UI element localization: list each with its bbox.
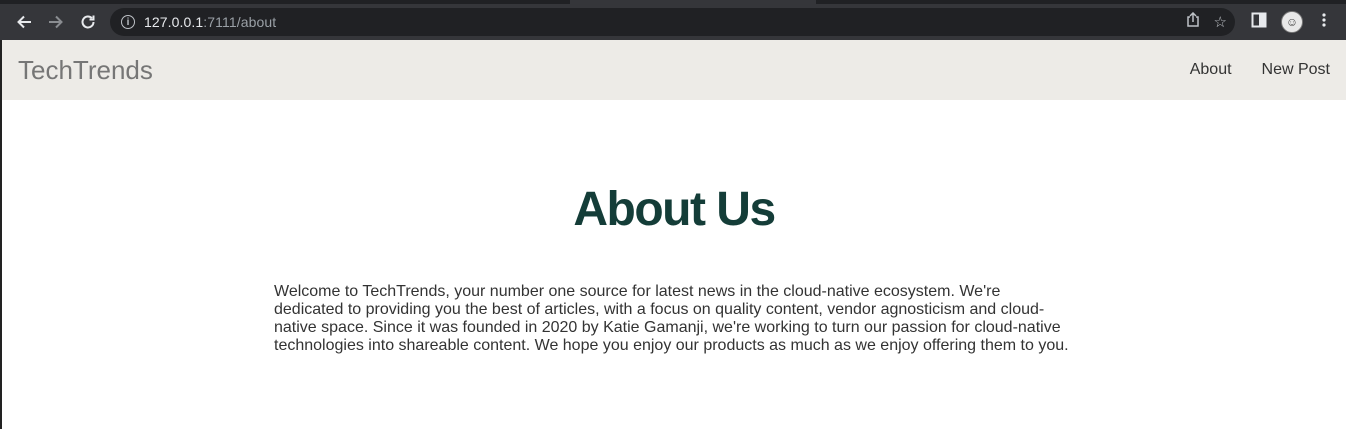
side-panel-icon[interactable]	[1251, 12, 1267, 33]
address-bar[interactable]: i 127.0.0.1:7111/about ☆	[110, 8, 1235, 36]
nav-new-post-link[interactable]: New Post	[1262, 61, 1330, 79]
forward-button[interactable]	[45, 11, 67, 33]
browser-toolbar: i 127.0.0.1:7111/about ☆ ☺	[0, 4, 1346, 40]
reload-icon	[81, 15, 95, 29]
main-content: About Us Welcome to TechTrends, your num…	[274, 182, 1074, 355]
nav-about-link[interactable]: About	[1190, 61, 1232, 79]
arrow-right-icon	[49, 15, 63, 29]
arrow-left-icon	[17, 15, 31, 29]
web-page: TechTrends About New Post About Us Welco…	[0, 40, 1346, 429]
site-info-icon[interactable]: i	[121, 15, 135, 29]
url-text[interactable]: 127.0.0.1:7111/about	[144, 14, 276, 30]
reload-button[interactable]	[77, 11, 99, 33]
back-button[interactable]	[13, 11, 35, 33]
nav-links: About New Post	[1160, 61, 1330, 79]
bookmark-star-icon[interactable]: ☆	[1214, 13, 1227, 31]
brand-link[interactable]: TechTrends	[18, 55, 153, 86]
profile-avatar[interactable]: ☺	[1281, 11, 1303, 33]
share-icon[interactable]	[1186, 11, 1200, 32]
page-title: About Us	[573, 183, 776, 236]
about-paragraph: Welcome to TechTrends, your number one s…	[274, 283, 1069, 354]
menu-kebab-icon[interactable]	[1317, 12, 1331, 33]
site-navbar: TechTrends About New Post	[2, 40, 1346, 100]
